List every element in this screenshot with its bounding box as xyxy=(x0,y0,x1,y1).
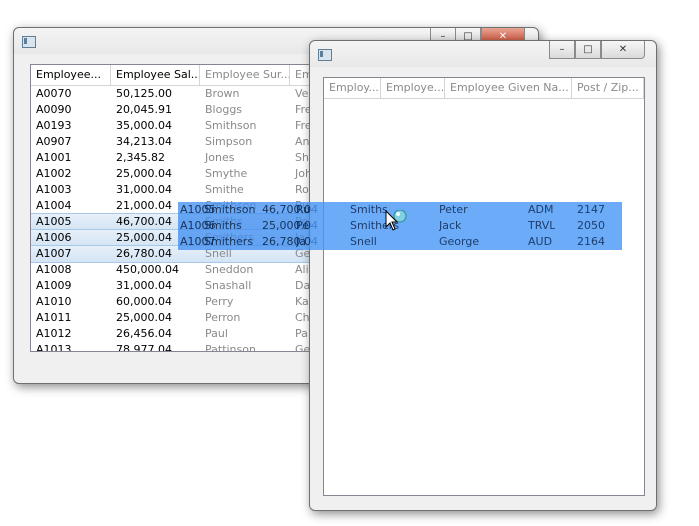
titlebar: – □ ✕ xyxy=(310,41,656,67)
drag-ghost-cell: Pe xyxy=(296,219,310,232)
drag-ghost-cell: Smithson xyxy=(204,203,256,216)
table-cell: 26,456.04 xyxy=(116,327,172,340)
minimize-button[interactable]: – xyxy=(549,41,575,59)
table-cell: Snashall xyxy=(205,279,252,292)
drop-preview-cell: AUD xyxy=(528,235,553,248)
drag-ghost: A1005 Smithson 46,700.04 Ru A1006 Smiths 25,00… xyxy=(178,202,318,250)
table-cell: 35,000.04 xyxy=(116,119,172,132)
table-cell: A1001 xyxy=(36,151,72,164)
drop-preview-cell: Jack xyxy=(439,219,462,232)
table-cell: 25,000.04 xyxy=(116,311,172,324)
table-cell: A1012 xyxy=(36,327,72,340)
maximize-button[interactable]: □ xyxy=(575,41,601,59)
table-cell: A1013 xyxy=(36,343,72,352)
employee-window-target: – □ ✕ Employ... Employe... Employee Give… xyxy=(309,40,657,511)
drop-preview-cell: Smiths xyxy=(350,203,388,216)
drop-preview-cell: Snell xyxy=(350,235,377,248)
column-header-employee-id[interactable]: Employee... xyxy=(31,65,111,85)
drop-preview-cell: 2164 xyxy=(577,235,605,248)
app-icon[interactable] xyxy=(318,49,332,61)
drop-preview-cell: ADM xyxy=(528,203,554,216)
table-cell: 2,345.82 xyxy=(116,151,165,164)
column-header-employee-given-name[interactable]: Employee Given Na... xyxy=(445,78,572,98)
table-cell: 450,000.04 xyxy=(116,263,179,276)
column-header-employee-surname[interactable]: Employe... xyxy=(381,78,445,98)
table-cell: A0090 xyxy=(36,103,72,116)
table-cell: Paul xyxy=(205,327,228,340)
drop-preview-cell: TRVL xyxy=(528,219,556,232)
table-cell: Sneddon xyxy=(205,263,254,276)
app-icon[interactable] xyxy=(22,36,36,48)
table-cell: Brown xyxy=(205,87,240,100)
drag-ghost-cell: Smithers xyxy=(204,235,254,248)
grid-header: Employ... Employe... Employee Given Na..… xyxy=(324,78,644,99)
table-cell: 78,977.04 xyxy=(116,343,172,352)
table-cell: Smithe xyxy=(205,183,244,196)
table-cell: 25,000.04 xyxy=(116,167,172,180)
table-cell: Perry xyxy=(205,295,234,308)
table-cell: Simpson xyxy=(205,135,253,148)
table-cell: A0070 xyxy=(36,87,72,100)
table-cell: A1003 xyxy=(36,183,72,196)
drag-ghost-cell: 26,780.04 xyxy=(262,235,318,248)
table-cell: 31,000.04 xyxy=(116,183,172,196)
table-cell: A1010 xyxy=(36,295,72,308)
table-cell: Smythe xyxy=(205,167,248,180)
drop-preview-cell: George xyxy=(439,235,480,248)
drag-ghost-cell: Ru xyxy=(296,203,311,216)
table-cell: 50,125.00 xyxy=(116,87,172,100)
drop-preview: Smiths Peter ADM 2147 Smithers Jack TRVL 2050 Sn… xyxy=(312,202,622,250)
table-cell: A1007 xyxy=(36,247,72,260)
table-cell: A1011 xyxy=(36,311,72,324)
drag-ghost-cell: Smiths xyxy=(204,219,242,232)
table-cell: A0193 xyxy=(36,119,72,132)
table-cell: A1006 xyxy=(36,231,72,244)
table-cell: A1008 xyxy=(36,263,72,276)
column-header-employee-salary[interactable]: Employee Sal... xyxy=(111,65,200,85)
drag-cursor-icon xyxy=(385,209,411,236)
drop-preview-cell: Peter xyxy=(439,203,468,216)
table-cell: A1009 xyxy=(36,279,72,292)
column-header-post-zip[interactable]: Post / Zip... xyxy=(572,78,644,98)
table-cell: Smithson xyxy=(205,119,257,132)
drag-ghost-cell: Ja xyxy=(296,235,306,248)
table-cell: Pattinson xyxy=(205,343,256,352)
table-cell: 34,213.04 xyxy=(116,135,172,148)
table-cell: 31,000.04 xyxy=(116,279,172,292)
drag-ghost-cell: 25,000.04 xyxy=(262,219,318,232)
column-header-employee-id[interactable]: Employ... xyxy=(324,78,381,98)
table-cell: 60,000.04 xyxy=(116,295,172,308)
table-cell: 20,045.91 xyxy=(116,103,172,116)
table-cell: A1005 xyxy=(36,215,72,228)
table-cell: Jones xyxy=(205,151,235,164)
drop-preview-cell: 2050 xyxy=(577,219,605,232)
table-cell: A1002 xyxy=(36,167,72,180)
table-cell: Perron xyxy=(205,311,241,324)
table-cell: Bloggs xyxy=(205,103,243,116)
drop-preview-cell: 2147 xyxy=(577,203,605,216)
table-cell: A1004 xyxy=(36,199,72,212)
target-data-grid[interactable]: Employ... Employe... Employee Given Na..… xyxy=(323,77,645,496)
column-header-employee-surname[interactable]: Employee Sur... xyxy=(200,65,290,85)
table-cell: A0907 xyxy=(36,135,72,148)
close-button[interactable]: ✕ xyxy=(601,41,645,59)
